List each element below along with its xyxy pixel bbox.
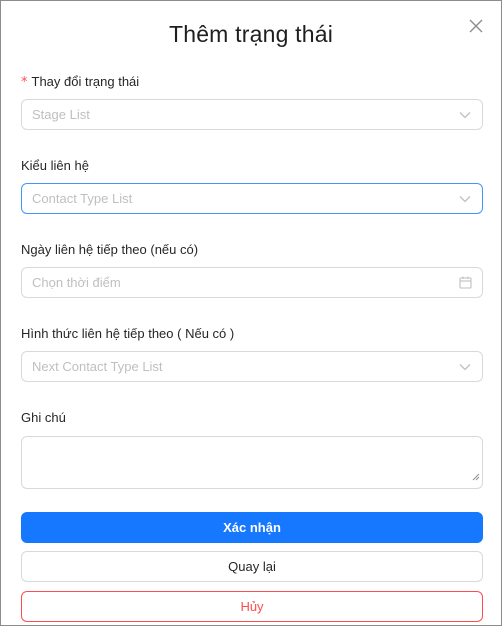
- stage-select-placeholder: Stage List: [32, 107, 90, 122]
- next-contact-date-placeholder: Chọn thời điểm: [32, 275, 121, 290]
- stage-label-row: * Thay đổi trạng thái: [21, 74, 139, 90]
- contact-type-select-placeholder: Contact Type List: [32, 191, 133, 206]
- next-contact-type-placeholder: Next Contact Type List: [32, 359, 163, 374]
- stage-select[interactable]: Stage List: [21, 99, 483, 130]
- close-icon[interactable]: [467, 17, 485, 35]
- calendar-icon: [458, 276, 472, 290]
- add-status-modal: Thêm trạng thái * Thay đổi trạng thái Sta…: [0, 0, 502, 626]
- note-label: Ghi chú: [21, 410, 66, 425]
- next-contact-type-label: Hình thức liên hệ tiếp theo ( Nếu có ): [21, 326, 235, 341]
- next-contact-type-select[interactable]: Next Contact Type List: [21, 351, 483, 382]
- next-contact-date-label: Ngày liên hệ tiếp theo (nếu có): [21, 242, 199, 257]
- required-mark: *: [21, 75, 28, 90]
- modal-title: Thêm trạng thái: [168, 21, 334, 47]
- contact-type-label: Kiểu liên hệ: [21, 158, 89, 173]
- chevron-down-icon: [458, 108, 472, 122]
- contact-type-select[interactable]: Contact Type List: [21, 183, 483, 214]
- chevron-down-icon: [458, 360, 472, 374]
- stage-label: Thay đổi trạng thái: [31, 74, 140, 89]
- next-contact-date-picker[interactable]: Chọn thời điểm: [21, 267, 483, 298]
- back-button[interactable]: Quay lại: [21, 551, 483, 582]
- resize-grip-icon[interactable]: [472, 468, 480, 486]
- cancel-button[interactable]: Hủy: [21, 591, 483, 622]
- confirm-button[interactable]: Xác nhận: [21, 512, 483, 543]
- note-textarea[interactable]: [21, 436, 483, 489]
- chevron-down-icon: [458, 192, 472, 206]
